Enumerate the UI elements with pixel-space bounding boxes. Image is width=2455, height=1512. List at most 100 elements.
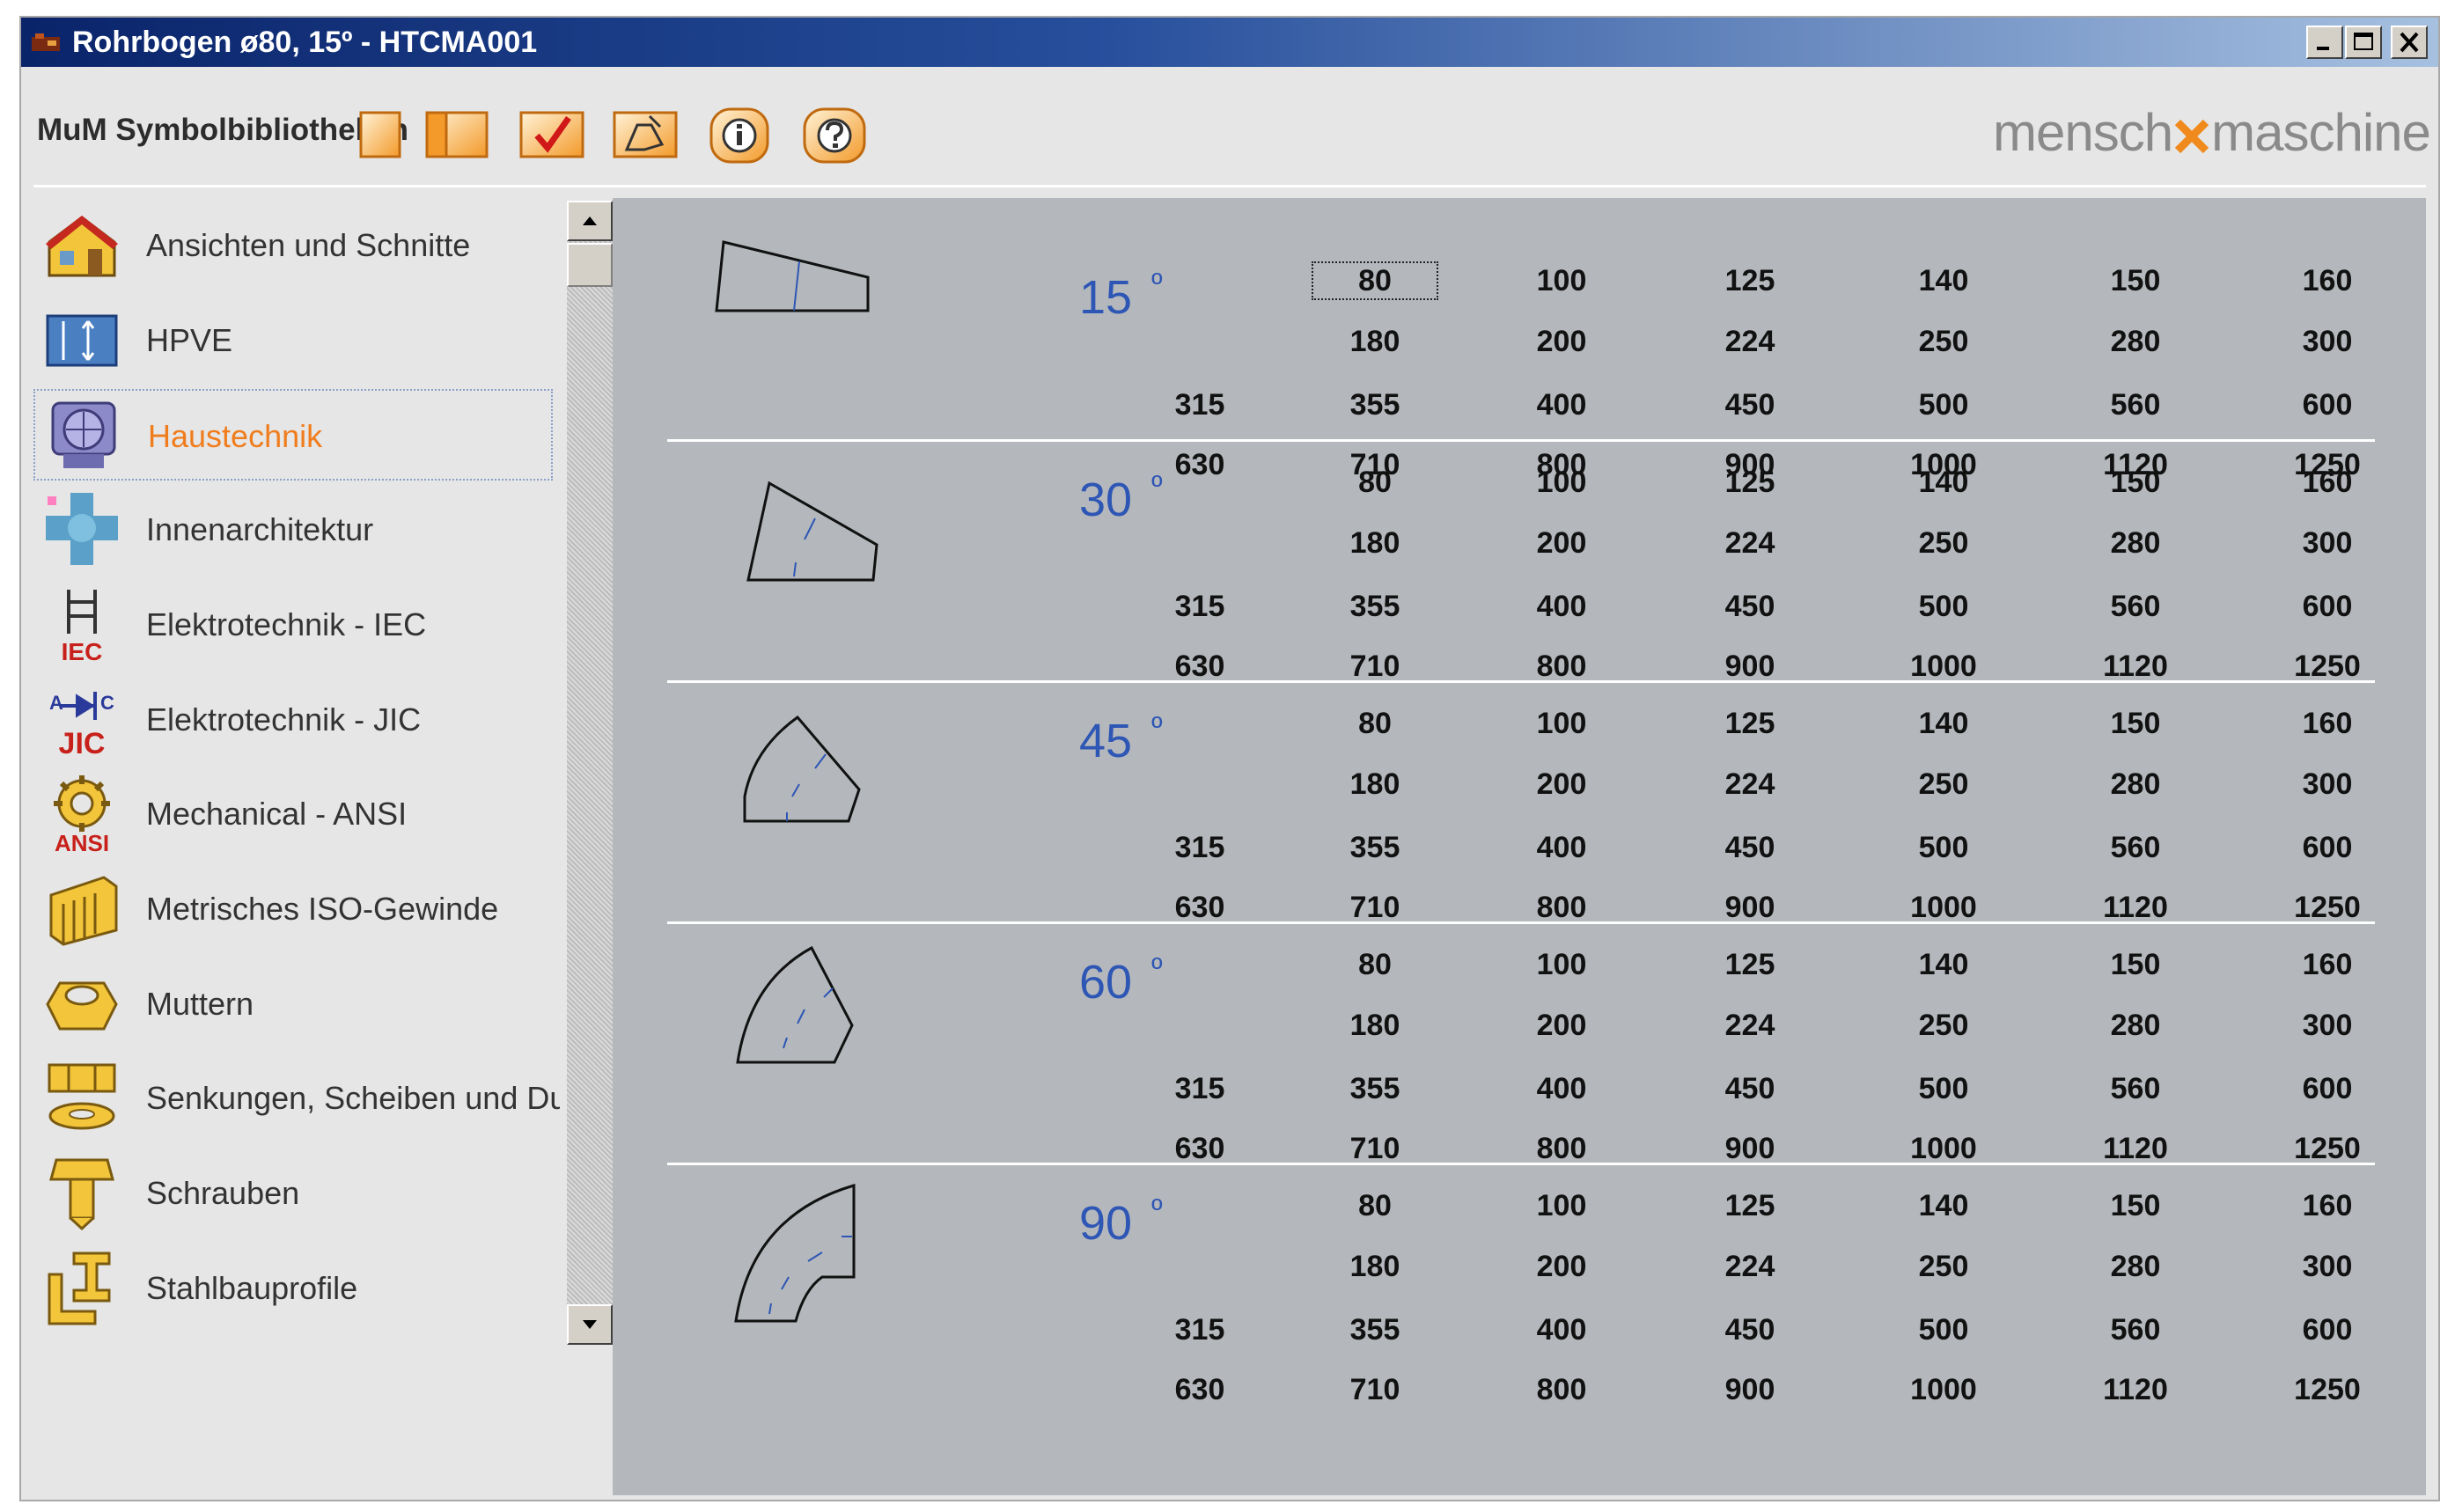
- size-cell[interactable]: 355: [1313, 1312, 1437, 1347]
- title-bar[interactable]: Rohrbogen ø80, 15º - HTCMA001: [21, 18, 2438, 67]
- size-cell[interactable]: 125: [1688, 947, 1812, 982]
- size-cell[interactable]: 900: [1688, 890, 1812, 925]
- size-cell[interactable]: 800: [1500, 649, 1623, 684]
- sidebar-item-haustechnik[interactable]: Haustechnik: [33, 389, 553, 481]
- scroll-down-button[interactable]: [567, 1304, 613, 1345]
- size-cell[interactable]: 1120: [2074, 890, 2197, 925]
- size-cell[interactable]: 315: [1138, 589, 1261, 624]
- info-icon[interactable]: [706, 106, 773, 164]
- size-cell[interactable]: 200: [1500, 1249, 1623, 1284]
- size-cell[interactable]: 300: [2266, 767, 2389, 802]
- size-cell[interactable]: 500: [1882, 830, 2005, 865]
- size-cell[interactable]: 1000: [1882, 890, 2005, 925]
- size-cell[interactable]: 160: [2266, 465, 2389, 500]
- scroll-thumb[interactable]: [567, 243, 613, 287]
- size-cell[interactable]: 630: [1138, 890, 1261, 925]
- size-cell[interactable]: 600: [2266, 1312, 2389, 1347]
- minimize-button[interactable]: [2306, 26, 2343, 59]
- size-cell[interactable]: 224: [1688, 767, 1812, 802]
- size-cell[interactable]: 560: [2074, 1071, 2197, 1106]
- size-cell[interactable]: 100: [1500, 465, 1623, 500]
- size-cell[interactable]: 800: [1500, 1372, 1623, 1407]
- insert-symbol-icon[interactable]: [609, 106, 681, 164]
- size-cell[interactable]: 140: [1882, 263, 2005, 298]
- size-cell[interactable]: 400: [1500, 1071, 1623, 1106]
- size-cell[interactable]: 250: [1882, 1008, 2005, 1043]
- size-cell[interactable]: 125: [1688, 465, 1812, 500]
- size-cell[interactable]: 500: [1882, 387, 2005, 422]
- sidebar-item-ansichten-und-schnitte[interactable]: Ansichten und Schnitte: [33, 200, 553, 291]
- sidebar-item-mechanical-ansi[interactable]: ANSI Mechanical - ANSI: [33, 768, 553, 860]
- size-cell[interactable]: 400: [1500, 1312, 1623, 1347]
- sidebar-item-stahlbauprofile[interactable]: Stahlbauprofile: [33, 1243, 553, 1334]
- size-cell[interactable]: 355: [1313, 1071, 1437, 1106]
- size-cell[interactable]: 450: [1688, 589, 1812, 624]
- size-cell[interactable]: 560: [2074, 589, 2197, 624]
- sidebar-item-innenarchitektur[interactable]: Innenarchitektur: [33, 484, 553, 576]
- size-cell[interactable]: 400: [1500, 830, 1623, 865]
- size-cell[interactable]: 315: [1138, 387, 1261, 422]
- size-cell[interactable]: 500: [1882, 589, 2005, 624]
- size-cell[interactable]: 160: [2266, 263, 2389, 298]
- sidebar-item-muttern[interactable]: Muttern: [33, 958, 553, 1050]
- size-cell[interactable]: 315: [1138, 1071, 1261, 1106]
- size-cell[interactable]: 400: [1500, 387, 1623, 422]
- size-cell[interactable]: 160: [2266, 706, 2389, 741]
- size-cell[interactable]: 80: [1313, 465, 1437, 500]
- size-cell[interactable]: 315: [1138, 1312, 1261, 1347]
- size-cell[interactable]: 140: [1882, 1188, 2005, 1223]
- size-cell[interactable]: 250: [1882, 767, 2005, 802]
- maximize-button[interactable]: [2345, 26, 2382, 59]
- size-cell[interactable]: 100: [1500, 947, 1623, 982]
- sidebar-item-elektrotechnik-iec[interactable]: IEC Elektrotechnik - IEC: [33, 579, 553, 671]
- size-cell[interactable]: 180: [1313, 1008, 1437, 1043]
- size-cell[interactable]: 900: [1688, 649, 1812, 684]
- size-cell[interactable]: 180: [1313, 1249, 1437, 1284]
- size-cell[interactable]: 355: [1313, 830, 1437, 865]
- size-cell[interactable]: 160: [2266, 1188, 2389, 1223]
- size-cell[interactable]: 250: [1882, 525, 2005, 561]
- pipe-bend-60-symbol[interactable]: [701, 939, 912, 1150]
- size-cell[interactable]: 630: [1138, 649, 1261, 684]
- size-cell[interactable]: 560: [2074, 387, 2197, 422]
- size-cell[interactable]: 1250: [2266, 1131, 2389, 1166]
- close-button[interactable]: [2391, 26, 2428, 59]
- size-cell[interactable]: 180: [1313, 767, 1437, 802]
- size-cell[interactable]: 560: [2074, 830, 2197, 865]
- size-cell[interactable]: 800: [1500, 1131, 1623, 1166]
- size-cell[interactable]: 280: [2074, 1008, 2197, 1043]
- size-cell[interactable]: 200: [1500, 767, 1623, 802]
- single-view-icon[interactable]: [356, 106, 405, 164]
- size-cell[interactable]: 100: [1500, 263, 1623, 298]
- size-cell[interactable]: 630: [1138, 1131, 1261, 1166]
- size-cell[interactable]: 1120: [2074, 1131, 2197, 1166]
- size-cell[interactable]: 280: [2074, 1249, 2197, 1284]
- size-cell[interactable]: 1250: [2266, 1372, 2389, 1407]
- size-cell[interactable]: 140: [1882, 465, 2005, 500]
- size-cell[interactable]: 710: [1313, 649, 1437, 684]
- size-cell[interactable]: 100: [1500, 706, 1623, 741]
- size-cell[interactable]: 900: [1688, 1131, 1812, 1166]
- size-cell[interactable]: 280: [2074, 767, 2197, 802]
- size-cell[interactable]: 500: [1882, 1071, 2005, 1106]
- size-cell[interactable]: 355: [1313, 589, 1437, 624]
- size-cell[interactable]: 80: [1313, 1188, 1437, 1223]
- size-cell[interactable]: 224: [1688, 525, 1812, 561]
- size-cell[interactable]: 315: [1138, 830, 1261, 865]
- size-cell[interactable]: 250: [1882, 1249, 2005, 1284]
- size-cell[interactable]: 125: [1688, 706, 1812, 741]
- sidebar-item-metrisches-iso-gewinde[interactable]: Metrisches ISO-Gewinde: [33, 863, 553, 955]
- size-cell[interactable]: 150: [2074, 706, 2197, 741]
- size-cell[interactable]: 1000: [1882, 1131, 2005, 1166]
- size-cell[interactable]: 150: [2074, 263, 2197, 298]
- size-cell[interactable]: 300: [2266, 1249, 2389, 1284]
- size-cell[interactable]: 900: [1688, 1372, 1812, 1407]
- size-cell[interactable]: 200: [1500, 324, 1623, 359]
- size-cell[interactable]: 450: [1688, 1312, 1812, 1347]
- size-cell[interactable]: 500: [1882, 1312, 2005, 1347]
- help-icon[interactable]: [799, 106, 870, 164]
- size-cell[interactable]: 150: [2074, 947, 2197, 982]
- scroll-up-button[interactable]: [567, 201, 613, 241]
- size-cell[interactable]: 600: [2266, 830, 2389, 865]
- pipe-bend-15-symbol[interactable]: [701, 216, 912, 427]
